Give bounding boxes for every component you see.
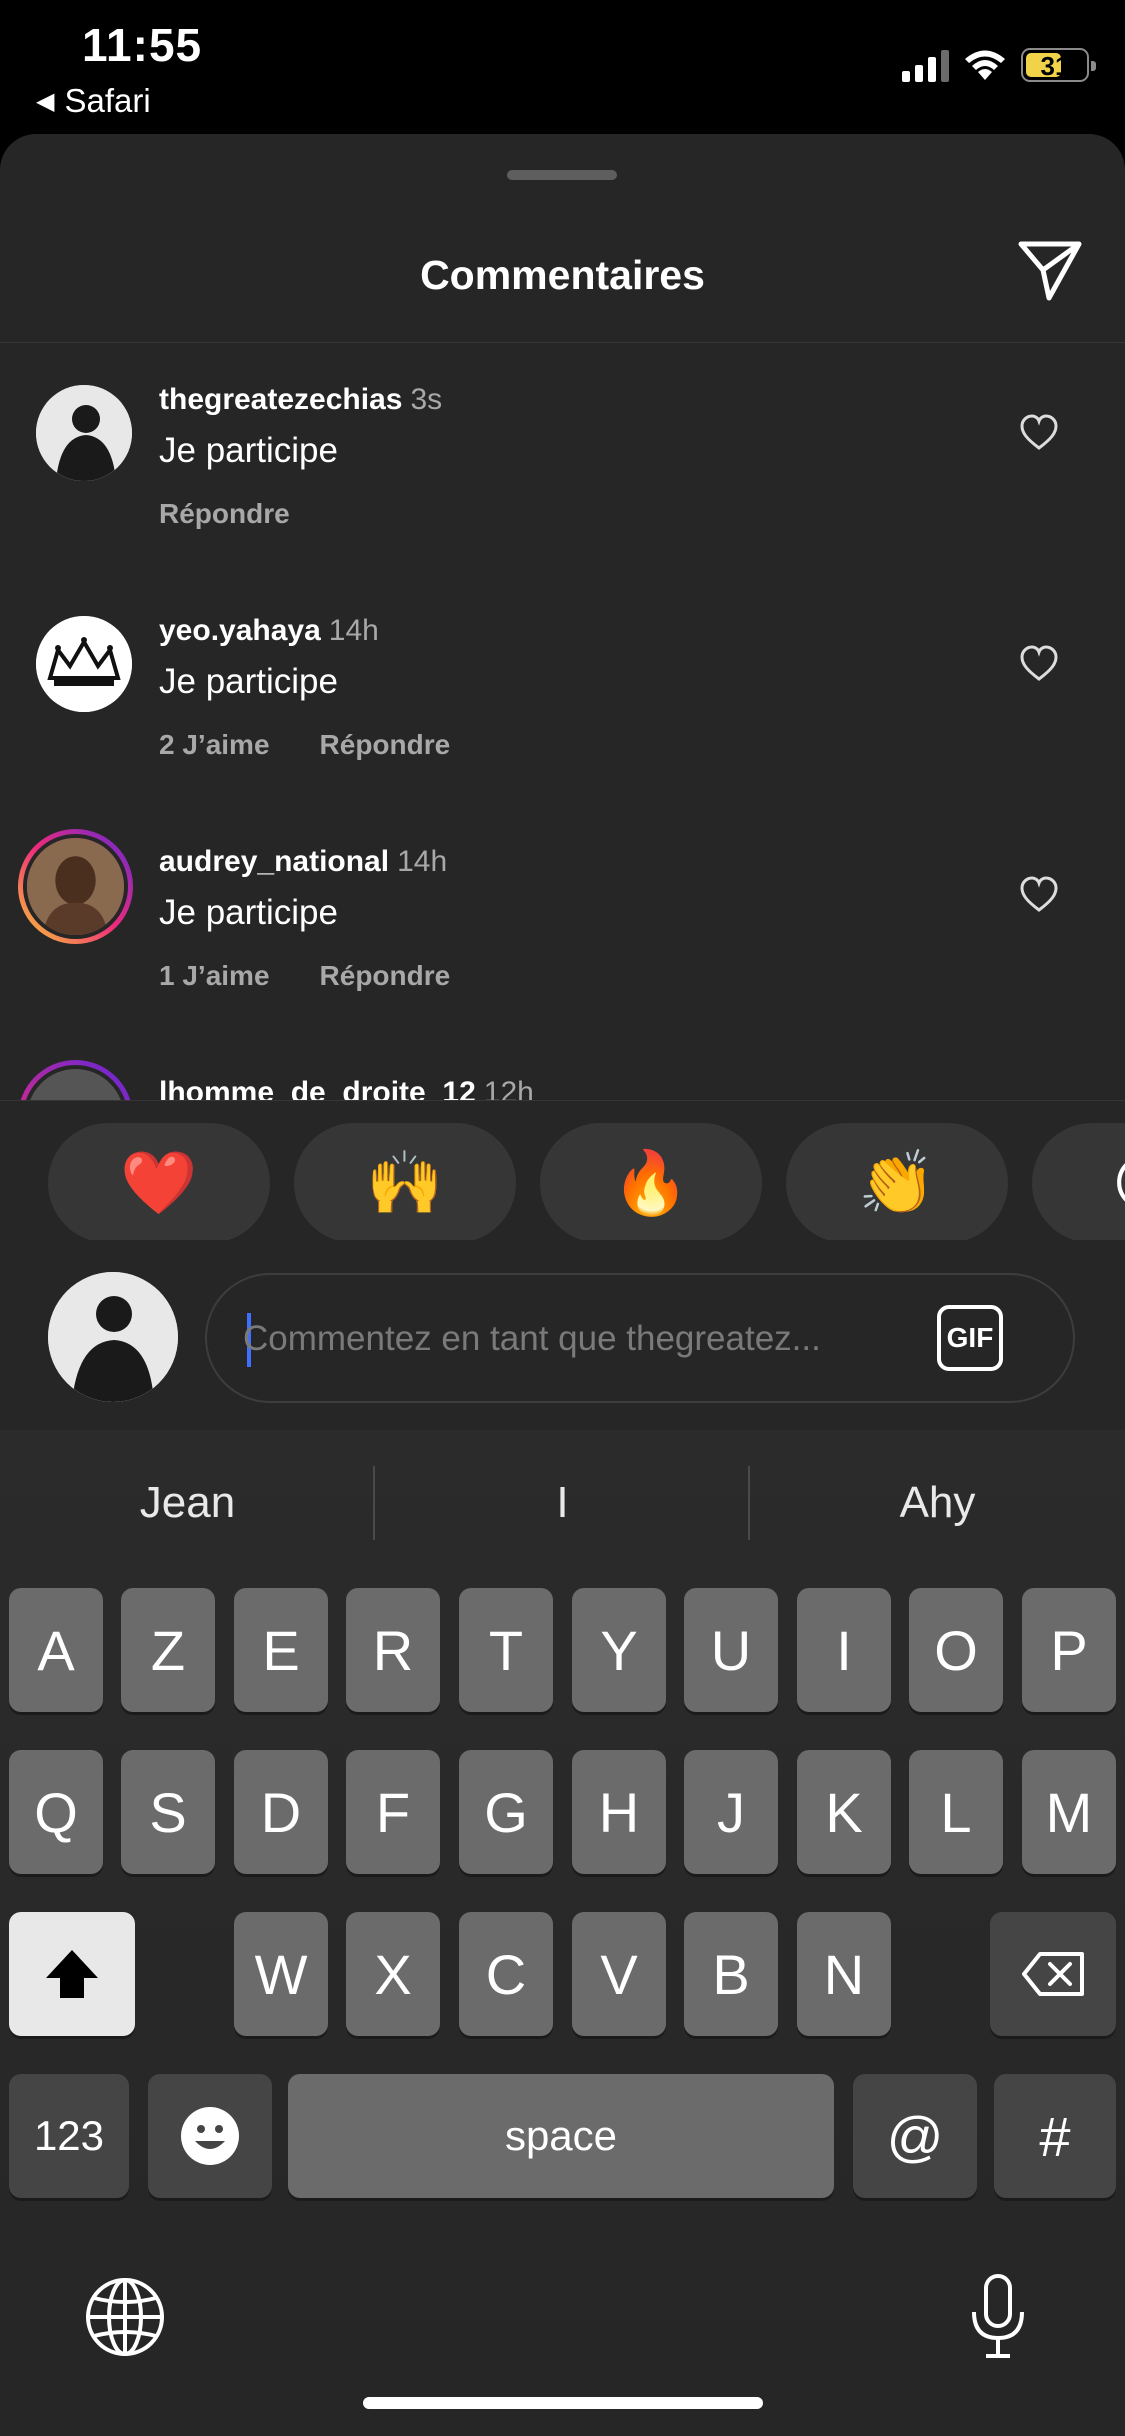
comment-actions: Répondre xyxy=(159,498,290,530)
emoji-clap-button[interactable]: 👏 xyxy=(786,1123,1008,1243)
comment-input[interactable] xyxy=(243,1307,903,1371)
home-indicator[interactable] xyxy=(363,2397,763,2409)
wifi-icon xyxy=(965,50,1005,80)
key-z[interactable]: Z xyxy=(121,1588,215,1712)
comment-actions: 1 J’aime Répondre xyxy=(159,960,450,992)
suggestion-3[interactable]: Ahy xyxy=(750,1478,1125,1528)
heart-icon[interactable] xyxy=(1019,644,1059,684)
key-s[interactable]: S xyxy=(121,1750,215,1874)
avatar[interactable] xyxy=(36,616,132,712)
key-g[interactable]: G xyxy=(459,1750,553,1874)
key-u[interactable]: U xyxy=(684,1588,778,1712)
suggestion-1[interactable]: Jean xyxy=(0,1478,375,1528)
sheet-grabber[interactable] xyxy=(507,170,617,180)
comment-username[interactable]: audrey_national 14h xyxy=(159,845,447,879)
battery-icon: 31 xyxy=(1021,48,1096,82)
key-k[interactable]: K xyxy=(797,1750,891,1874)
key-i[interactable]: I xyxy=(797,1588,891,1712)
back-to-safari-link[interactable]: ◀ Safari xyxy=(36,82,151,120)
globe-icon[interactable] xyxy=(84,2276,166,2358)
emoji-raised-hands-button[interactable]: 🙌 xyxy=(294,1123,516,1243)
comment-username[interactable]: yeo.yahaya 14h xyxy=(159,614,379,648)
comment-text: Je participe xyxy=(159,893,338,932)
hash-key[interactable]: # xyxy=(994,2074,1116,2198)
key-r[interactable]: R xyxy=(346,1588,440,1712)
key-b[interactable]: B xyxy=(684,1912,778,2036)
comment-composer: GIF xyxy=(0,1240,1125,1430)
key-p[interactable]: P xyxy=(1022,1588,1116,1712)
key-y[interactable]: Y xyxy=(572,1588,666,1712)
emoji-crying-button[interactable]: 😢 xyxy=(1032,1123,1125,1243)
key-n[interactable]: N xyxy=(797,1912,891,2036)
key-a[interactable]: A xyxy=(9,1588,103,1712)
key-q[interactable]: Q xyxy=(9,1750,103,1874)
backspace-icon xyxy=(1022,1952,1084,1996)
key-d[interactable]: D xyxy=(234,1750,328,1874)
key-f[interactable]: F xyxy=(346,1750,440,1874)
emoji-fire-button[interactable]: 🔥 xyxy=(540,1123,762,1243)
shift-arrow-icon xyxy=(46,1950,98,1998)
smiley-icon xyxy=(181,2107,239,2165)
cellular-signal-icon xyxy=(902,48,949,82)
status-bar: 11:55 ◀ Safari 31 xyxy=(0,0,1125,135)
likes-count-button[interactable]: 2 J’aime xyxy=(159,729,270,761)
key-v[interactable]: V xyxy=(572,1912,666,2036)
comment-time: 14h xyxy=(397,845,448,878)
predictive-bar: Jean I Ahy xyxy=(0,1430,1125,1580)
at-key[interactable]: @ xyxy=(853,2074,977,2198)
comment-item: audrey_national 14h Je participe 1 J’aime… xyxy=(0,805,1125,1036)
key-o[interactable]: O xyxy=(909,1588,1003,1712)
key-w[interactable]: W xyxy=(234,1912,328,2036)
key-x[interactable]: X xyxy=(346,1912,440,2036)
emoji-heart-button[interactable]: ❤️ xyxy=(48,1123,270,1243)
key-l[interactable]: L xyxy=(909,1750,1003,1874)
comment-time: 3s xyxy=(410,383,443,416)
ios-keyboard: Jean I Ahy A Z E R T Y U I O P Q S D F G… xyxy=(0,1430,1125,2436)
space-key[interactable]: space xyxy=(288,2074,834,2198)
back-triangle-icon: ◀ xyxy=(36,87,55,115)
comment-text: Je participe xyxy=(159,662,338,701)
heart-icon[interactable] xyxy=(1019,413,1059,453)
share-send-icon[interactable] xyxy=(1015,234,1085,304)
numbers-key[interactable]: 123 xyxy=(9,2074,129,2198)
key-c[interactable]: C xyxy=(459,1912,553,2036)
key-t[interactable]: T xyxy=(459,1588,553,1712)
gif-button[interactable]: GIF xyxy=(937,1305,1003,1371)
key-m[interactable]: M xyxy=(1022,1750,1116,1874)
avatar-story-ring[interactable] xyxy=(18,829,133,944)
back-app-label: Safari xyxy=(64,82,151,119)
sheet-title: Commentaires xyxy=(420,252,705,298)
comment-text: Je participe xyxy=(159,431,338,470)
battery-level: 31 xyxy=(1040,51,1070,81)
suggestion-2[interactable]: I xyxy=(375,1478,750,1528)
reply-button[interactable]: Répondre xyxy=(320,729,451,761)
comment-username[interactable]: thegreatezechias 3s xyxy=(159,383,442,417)
reply-button[interactable]: Répondre xyxy=(320,960,451,992)
status-icons: 31 xyxy=(902,48,1096,82)
key-h[interactable]: H xyxy=(572,1750,666,1874)
comment-item: thegreatezechias 3s Je participe Répondre xyxy=(0,343,1125,574)
status-time: 11:55 xyxy=(82,19,203,71)
emoji-reaction-bar: ❤️ 🙌 🔥 👏 😢 xyxy=(0,1100,1125,1243)
avatar[interactable] xyxy=(36,385,132,481)
comment-item: yeo.yahaya 14h Je participe 2 J’aime Répo… xyxy=(0,574,1125,805)
shift-key[interactable] xyxy=(9,1912,135,2036)
heart-icon[interactable] xyxy=(1019,875,1059,915)
microphone-icon[interactable] xyxy=(968,2272,1028,2362)
comments-sheet: Commentaires thegreatezechias 3s Je parti… xyxy=(0,134,1125,1436)
key-j[interactable]: J xyxy=(684,1750,778,1874)
key-e[interactable]: E xyxy=(234,1588,328,1712)
self-avatar xyxy=(48,1272,178,1402)
comment-time: 14h xyxy=(328,614,379,647)
comment-actions: 2 J’aime Répondre xyxy=(159,729,450,761)
backspace-key[interactable] xyxy=(990,1912,1116,2036)
comment-input-wrapper[interactable]: GIF xyxy=(205,1273,1075,1403)
emoji-keyboard-key[interactable] xyxy=(148,2074,272,2198)
reply-button[interactable]: Répondre xyxy=(159,498,290,530)
likes-count-button[interactable]: 1 J’aime xyxy=(159,960,270,992)
